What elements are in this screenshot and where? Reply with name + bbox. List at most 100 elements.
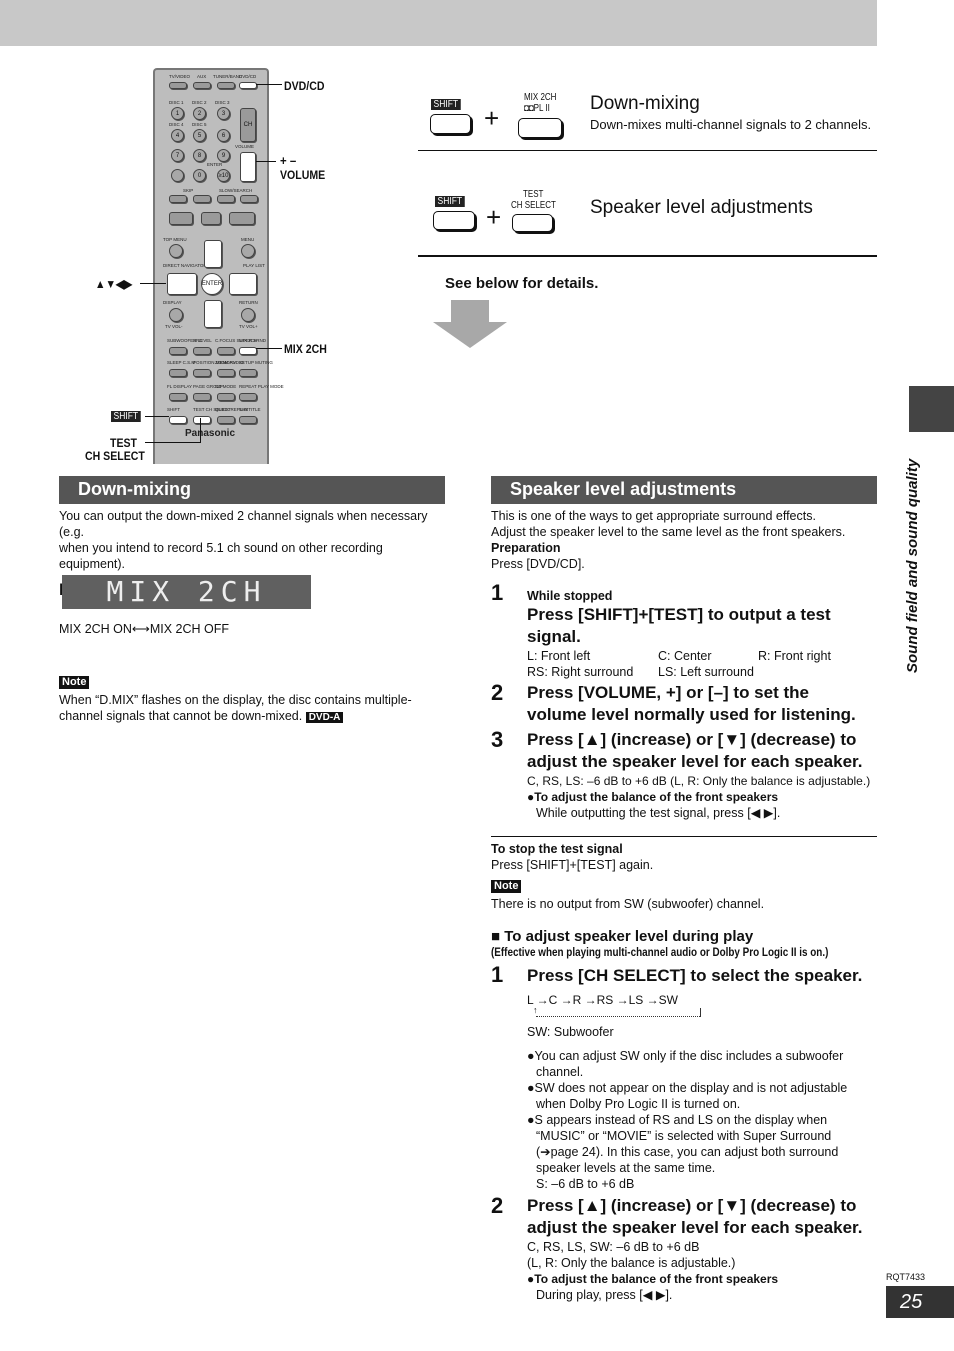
remote-right-button	[229, 273, 257, 295]
intro-line: This is one of the ways to get appropria…	[491, 509, 816, 523]
during-play-block: ■ To adjust speaker level during play (E…	[491, 928, 886, 960]
see-below-text: See below for details.	[445, 275, 599, 292]
step-2: Press [VOLUME, +] or [–] to set the volu…	[527, 682, 887, 726]
step-number: 2	[491, 1193, 504, 1218]
remote-sfc-button	[193, 347, 211, 355]
legend-item: L: Front left	[527, 649, 591, 663]
mix2ch-key-graphic	[518, 118, 562, 138]
remote-mix2ch-button	[239, 347, 257, 355]
step-condition: While stopped	[527, 589, 613, 603]
step-title: volume level normally used for listening…	[527, 705, 856, 724]
remote-label-mix2ch: MIX 2CH	[239, 338, 258, 343]
test-key-graphic	[512, 214, 553, 232]
top-banner	[0, 0, 877, 46]
step-title: Press [SHIFT]+[TEST] to output a test	[527, 605, 831, 624]
remote-display-button	[169, 308, 183, 322]
callout-line	[256, 161, 276, 162]
remote-number-button: 4	[171, 129, 184, 142]
legend-item: C: Center	[658, 649, 712, 663]
divider	[418, 255, 877, 257]
remote-skip-fwd-button	[193, 195, 211, 203]
callout-line	[145, 442, 200, 443]
remote-cfocus-button	[217, 347, 235, 355]
callout-volume: VOLUME	[280, 168, 326, 182]
speaker-summary-title: Speaker level adjustments	[590, 197, 813, 218]
step-title: adjust the speaker level for each speake…	[527, 1218, 863, 1237]
section-tab-marker	[909, 386, 954, 432]
plus-sign: +	[484, 103, 500, 133]
remote-label-disc4: DISC 4	[169, 122, 184, 127]
remote-label-return: RETURN	[239, 300, 258, 305]
bullet-text: During play, press [◀ ▶].	[536, 1288, 673, 1302]
bullet-item: ●You can adjust SW only if the disc incl…	[527, 1048, 887, 1080]
stop-test-block: To stop the test signal Press [SHIFT]+[T…	[491, 841, 881, 912]
brand-logo: Panasonic	[185, 428, 236, 439]
remote-label-repeat: REPEAT PLAY MODE	[239, 384, 284, 389]
intro-line: You can output the down-mixed 2 channel …	[59, 509, 428, 539]
test-key-label: TEST	[523, 189, 544, 200]
preparation-label: Preparation	[491, 541, 561, 555]
remote-number-button: 9	[217, 149, 230, 162]
remote-number-button: 7	[171, 149, 184, 162]
side-section-title: Sound field and sound quality	[904, 458, 921, 673]
display-readout: MIX 2CH	[62, 575, 311, 609]
remote-tvvideo-button	[169, 82, 187, 89]
remote-label-shift: SHIFT	[167, 407, 180, 412]
remote-dvdcd-button	[239, 82, 257, 89]
bullet-item: ●S appears instead of RS and LS on the d…	[527, 1112, 887, 1192]
shift-key-graphic	[433, 211, 475, 230]
document-code: RQT7433	[886, 1272, 926, 1282]
remote-left-button	[167, 273, 197, 295]
remote-number-button: 8	[193, 149, 206, 162]
step-number: 2	[491, 680, 504, 705]
bullet-heading: ●To adjust the balance of the front spea…	[527, 1272, 779, 1286]
callout-line	[140, 283, 166, 284]
remote-label-play: PLAY LIST	[243, 263, 265, 268]
remote-return-button	[241, 308, 255, 322]
note-badge: Note	[59, 676, 90, 689]
remote-label-dvdcd: DVD/CD	[239, 74, 257, 79]
remote-label-setup: SETUP MUTING	[239, 360, 273, 365]
legend-item: RS: Right surround	[527, 665, 634, 679]
remote-enter-button: ENTER	[201, 273, 223, 295]
callout-line	[145, 416, 169, 417]
callout-line	[256, 84, 282, 85]
remote-search-back-button	[217, 195, 235, 203]
down-arrow-icon	[433, 300, 507, 348]
callout-arrows: ▲▼◀▶	[95, 277, 133, 291]
remote-menu-button	[241, 244, 255, 258]
remote-repeat-button	[239, 393, 257, 401]
note-badge: Note	[491, 880, 522, 893]
shift-label: SHIFT	[435, 196, 465, 207]
bullet-text: While outputting the test signal, press …	[536, 806, 781, 820]
remote-setup-button	[239, 369, 257, 377]
subsection-subtitle: (Effective when playing multi-channel au…	[491, 947, 829, 959]
legend-item: R: Front right	[758, 649, 831, 663]
divider	[418, 150, 877, 151]
step-title: Press [▲] (increase) or [▼] (decrease) t…	[527, 1196, 857, 1215]
stop-label: To stop the test signal	[491, 842, 623, 856]
remote-number-button: 6	[217, 129, 230, 142]
mix2ch-key-label: MIX 2CH	[524, 92, 557, 103]
remote-shift-button	[169, 416, 187, 424]
callout-shift: SHIFT	[111, 411, 141, 422]
remote-aux-button	[193, 82, 211, 89]
preparation-text: Press [DVD/CD].	[491, 557, 585, 571]
step-title: Press [▲] (increase) or [▼] (decrease) t…	[527, 730, 857, 749]
note-line: When “D.MIX” flashes on the display, the…	[59, 693, 412, 707]
remote-label-disc5: DISC 5	[192, 122, 207, 127]
bullet-list: ●You can adjust SW only if the disc incl…	[527, 1048, 887, 1192]
remote-label-enter: ENTER	[207, 162, 223, 167]
step-title: signal.	[527, 627, 581, 646]
speaker-heading: Speaker level adjustments	[491, 476, 877, 504]
subsection-heading: ■ To adjust speaker level during play	[491, 928, 754, 945]
remote-label-aux: AUX	[197, 74, 207, 79]
callout-line	[256, 348, 282, 349]
divider	[491, 836, 877, 837]
remote-up-button	[204, 240, 222, 268]
remote-number-button: 0	[193, 169, 206, 182]
step-title: Press [CH SELECT] to select the speaker.	[527, 966, 863, 985]
range-text: C, RS, LS: –6 dB to +6 dB (L, R: Only th…	[527, 774, 871, 788]
bullet-line: S: –6 dB to +6 dB	[536, 1177, 635, 1191]
bullet-line: channel.	[536, 1065, 584, 1079]
